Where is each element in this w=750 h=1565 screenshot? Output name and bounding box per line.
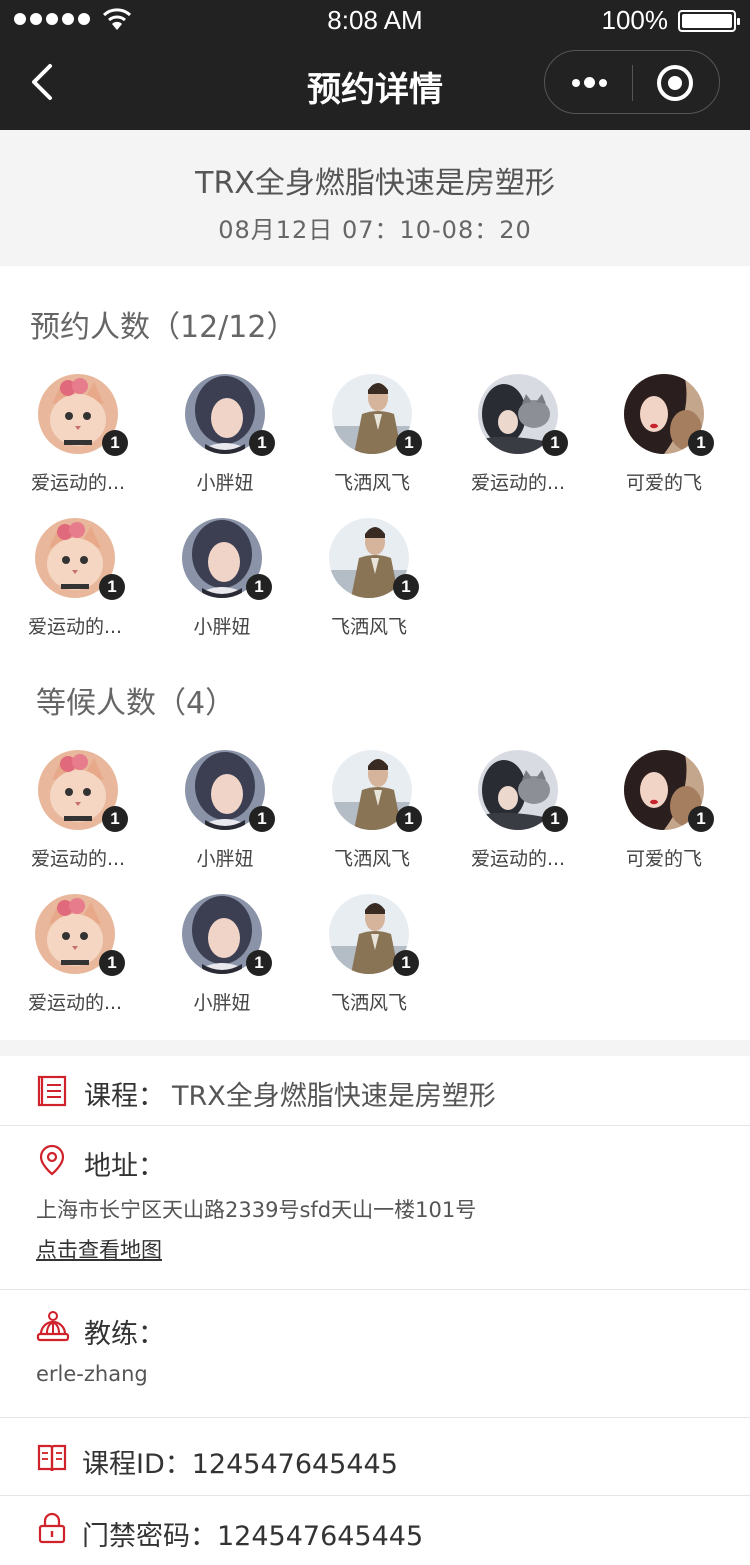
booked-title: 预约人数（12/12） — [30, 310, 297, 345]
count-badge: 1 — [542, 806, 568, 832]
count-badge: 1 — [102, 806, 128, 832]
location-pin-icon — [39, 1144, 65, 1176]
count-badge: 1 — [688, 806, 714, 832]
count-badge: 1 — [393, 574, 419, 600]
section-divider — [0, 1040, 750, 1056]
member-name: 小胖妞 — [196, 848, 254, 870]
waiting-member-2[interactable]: 1 小胖妞 — [165, 750, 285, 874]
member-name: 爱运动的... — [27, 992, 123, 1014]
status-bar: 8:08 AM 100% — [0, 0, 750, 42]
member-name: 爱运动的... — [30, 848, 126, 870]
waiting-title: 等候人数（4） — [36, 686, 236, 721]
capsule-divider — [632, 65, 633, 101]
waiting-member-1[interactable]: 1 爱运动的... — [18, 750, 138, 874]
member-name: 飞洒风飞 — [330, 616, 407, 638]
booked-member-2[interactable]: 1 小胖妞 — [165, 374, 285, 498]
door-code-row: 门禁密码：124547645445 — [0, 1496, 750, 1565]
count-badge: 1 — [396, 806, 422, 832]
member-name: 爱运动的... — [470, 848, 566, 870]
view-map-link[interactable]: 点击查看地图 — [36, 1234, 162, 1264]
coach-row: 教练： erle-zhang — [0, 1290, 750, 1418]
waiting-member-5[interactable]: 1 可爱的飞 — [604, 750, 724, 874]
booked-member-1[interactable]: 1 爱运动的... — [18, 374, 138, 498]
booked-member-6[interactable]: 1 爱运动的... — [15, 518, 135, 642]
close-miniprogram-icon[interactable] — [657, 65, 693, 101]
address-label: 地址： — [84, 1151, 165, 1182]
count-badge: 1 — [393, 950, 419, 976]
coach-label: 教练： — [84, 1319, 165, 1350]
course-time: 08月12日 07：10-08：20 — [218, 216, 532, 244]
member-name: 小胖妞 — [193, 616, 251, 638]
booked-member-3[interactable]: 1 飞洒风飞 — [312, 374, 432, 498]
booked-member-5[interactable]: 1 可爱的飞 — [604, 374, 724, 498]
document-icon — [37, 1075, 67, 1107]
count-badge: 1 — [99, 950, 125, 976]
course-label: 课程： — [84, 1081, 165, 1112]
coach-icon — [36, 1311, 70, 1342]
nav-bar: 预约详情 — [0, 46, 750, 118]
book-icon — [37, 1444, 67, 1472]
waiting-member-3[interactable]: 1 飞洒风飞 — [312, 750, 432, 874]
address-value: 上海市长宁区天山路2339号sfd天山一楼101号 — [36, 1198, 477, 1222]
course-title: TRX全身燃脂快速是房塑形 — [195, 166, 555, 201]
waiting-member-4[interactable]: 1 爱运动的... — [458, 750, 578, 874]
member-name: 可爱的飞 — [625, 472, 702, 494]
more-icon[interactable] — [545, 51, 633, 113]
member-name: 飞洒风飞 — [333, 848, 410, 870]
count-badge: 1 — [249, 430, 275, 456]
course-row: 课程： TRX全身燃脂快速是房塑形 — [0, 1056, 750, 1126]
miniprogram-capsule — [544, 50, 720, 114]
waiting-member-8[interactable]: 1 飞洒风飞 — [309, 894, 429, 1018]
count-badge: 1 — [102, 430, 128, 456]
member-name: 爱运动的... — [30, 472, 126, 494]
address-row: 地址： 上海市长宁区天山路2339号sfd天山一楼101号 点击查看地图 — [0, 1126, 750, 1290]
waiting-member-7[interactable]: 1 小胖妞 — [162, 894, 282, 1018]
booked-member-4[interactable]: 1 爱运动的... — [458, 374, 578, 498]
count-badge: 1 — [99, 574, 125, 600]
member-name: 飞洒风飞 — [330, 992, 407, 1014]
member-name: 小胖妞 — [196, 472, 254, 494]
count-badge: 1 — [246, 950, 272, 976]
course-id-text: 课程ID：124547645445 — [82, 1449, 398, 1480]
coach-value: erle-zhang — [36, 1362, 148, 1386]
door-code-text: 门禁密码：124547645445 — [82, 1521, 424, 1552]
waiting-member-6[interactable]: 1 爱运动的... — [15, 894, 135, 1018]
count-badge: 1 — [249, 806, 275, 832]
course-id-row: 课程ID：124547645445 — [0, 1418, 750, 1496]
battery-icon — [678, 10, 740, 32]
member-name: 可爱的飞 — [625, 848, 702, 870]
lock-icon — [38, 1512, 66, 1544]
count-badge: 1 — [246, 574, 272, 600]
top-bar: 8:08 AM 100% 预约详情 — [0, 0, 750, 130]
member-name: 飞洒风飞 — [333, 472, 410, 494]
member-name: 爱运动的... — [470, 472, 566, 494]
course-header: TRX全身燃脂快速是房塑形 08月12日 07：10-08：20 — [0, 130, 750, 266]
course-value: TRX全身燃脂快速是房塑形 — [172, 1081, 496, 1112]
member-name: 爱运动的... — [27, 616, 123, 638]
count-badge: 1 — [396, 430, 422, 456]
count-badge: 1 — [542, 430, 568, 456]
booked-member-8[interactable]: 1 飞洒风飞 — [309, 518, 429, 642]
booked-member-7[interactable]: 1 小胖妞 — [162, 518, 282, 642]
battery-percent: 100% — [601, 5, 669, 35]
count-badge: 1 — [688, 430, 714, 456]
member-name: 小胖妞 — [193, 992, 251, 1014]
